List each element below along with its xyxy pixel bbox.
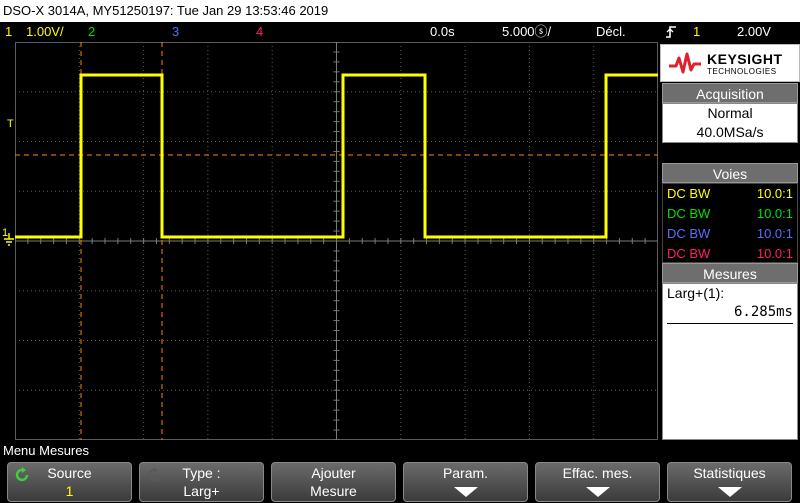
measure-label: Larg+(1): (667, 285, 725, 301)
title-bar: DSO-X 3014A, MY51250197: Tue Jan 29 13:5… (0, 0, 800, 22)
wave-logo-icon (669, 52, 701, 74)
info-panel: KEYSIGHT TECHNOLOGIES Acquisition Normal… (660, 44, 800, 440)
channels-header[interactable]: Voies (662, 163, 798, 183)
measure-divider (667, 323, 793, 324)
trigger-mode[interactable]: Décl. (596, 22, 626, 42)
clear-measures-label: Effac. mes. (562, 465, 633, 481)
ch3-number[interactable]: 3 (172, 22, 179, 42)
trigger-level-marker[interactable]: T (7, 118, 14, 130)
source-label: Source (47, 465, 92, 481)
type-value: Larg+ (183, 483, 220, 499)
menu-title: Menu Mesures (3, 443, 89, 458)
ground-icon (4, 233, 14, 246)
measure-value: 6.285ms (733, 304, 793, 320)
acquisition-box: Normal 40.0MSa/s (662, 103, 798, 143)
ch1-scale[interactable]: 1.00V/ (26, 22, 64, 42)
acq-mode: Normal (707, 105, 753, 121)
trigger-channel: 1 (693, 24, 701, 39)
source-value: 1 (65, 483, 74, 499)
acquisition-header[interactable]: Acquisition (662, 83, 798, 103)
channel-row-2: DC BW 10.0:1 (667, 206, 793, 221)
time-scale[interactable]: 5.000ⓢ/ (502, 22, 551, 42)
channels-box: DC BW 10.0:1 DC BW 10.0:1 DC BW 10.0:1 DC B… (662, 183, 798, 263)
source-softkey[interactable]: Source 1 (7, 462, 132, 502)
ch4-number[interactable]: 4 (256, 22, 263, 42)
ch1-number[interactable]: 1 (5, 22, 12, 42)
add-measure-label-2: Mesure (310, 483, 357, 499)
measures-box: Larg+(1): 6.285ms (662, 283, 798, 440)
submenu-arrow-icon (585, 487, 610, 497)
settings-label: Param. (442, 465, 489, 481)
channel-row-1: DC BW 10.0:1 (667, 186, 793, 201)
rising-edge-icon (665, 24, 677, 46)
statistics-label: Statistiques (693, 465, 766, 481)
statistics-softkey[interactable]: Statistiques (667, 462, 792, 502)
clear-measures-softkey[interactable]: Effac. mes. (535, 462, 660, 502)
channel-row-3: DC BW 10.0:1 (667, 226, 793, 241)
type-label: Type : (182, 465, 221, 481)
settings-softkey[interactable]: Param. (403, 462, 528, 502)
channel-row-4: DC BW 10.0:1 (667, 246, 793, 261)
measures-header[interactable]: Mesures (662, 263, 798, 283)
submenu-arrow-icon (717, 487, 742, 497)
logo-brand: KEYSIGHT (707, 51, 783, 67)
add-measure-softkey[interactable]: Ajouter Mesure (271, 462, 396, 502)
type-softkey[interactable]: Type : Larg+ (139, 462, 264, 502)
acq-rate: 40.0MSa/s (696, 124, 764, 140)
trigger-level[interactable]: 2.00V (737, 22, 771, 42)
time-delay[interactable]: 0.0s (430, 22, 455, 42)
status-bar: 1 1.00V/ 2 3 4 0.0s 5.000ⓢ/ Décl. 1 2.00… (0, 22, 800, 42)
add-measure-label-1: Ajouter (311, 465, 356, 481)
keysight-logo: KEYSIGHT TECHNOLOGIES (660, 44, 800, 82)
ch2-number[interactable]: 2 (88, 22, 95, 42)
waveform-display[interactable] (15, 42, 658, 440)
submenu-arrow-icon (453, 487, 478, 497)
graticule (15, 42, 658, 440)
logo-subtitle: TECHNOLOGIES (707, 67, 777, 76)
